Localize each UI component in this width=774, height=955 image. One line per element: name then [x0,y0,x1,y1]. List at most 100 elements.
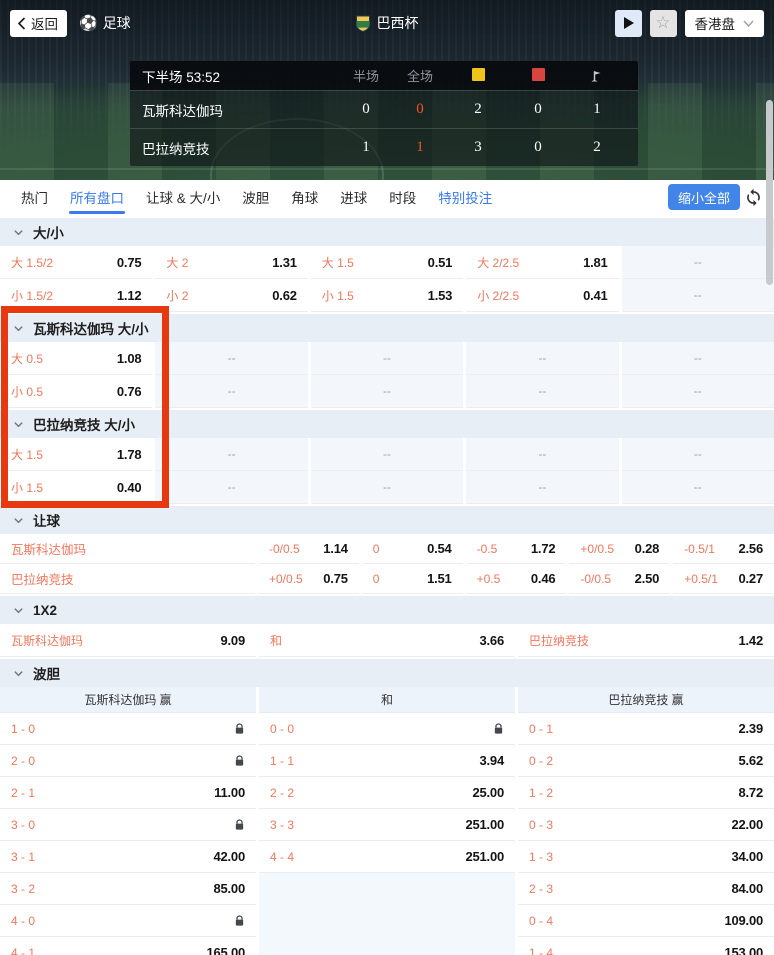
odds-label: 小 2/2.5 [477,287,519,304]
odds-cell[interactable]: +0.50.46 [466,564,567,594]
odds-label: 1 - 3 [529,850,553,864]
odds-row: 小 0.50.76-------- [0,375,774,408]
match-period: 下半场 53:52 [142,66,340,86]
tab-hot[interactable]: 热门 [10,180,59,214]
odds-cell[interactable]: 4 - 4251.00 [259,841,515,873]
odds-cell[interactable]: 瓦斯科达伽玛9.09 [0,624,256,657]
section-header-1x2[interactable]: 1X2 [0,596,774,624]
collapse-all-button[interactable]: 缩小全部 [668,184,740,210]
odds-label: 1 - 4 [529,946,553,955]
tab-period[interactable]: 时段 [378,180,427,214]
odds-cell[interactable]: 3 - 3251.00 [259,809,515,841]
odds-cell[interactable]: 1 - 28.72 [518,777,774,809]
odds-cell[interactable]: 2 - 225.00 [259,777,515,809]
odds-cell[interactable]: +0/0.50.28 [569,534,670,564]
yellow-card-icon [472,68,485,81]
odds-cell[interactable]: 小 20.62 [155,279,307,312]
odds-cell[interactable]: 大 1.5/20.75 [0,246,152,279]
odds-cell[interactable]: 1 - 13.94 [259,745,515,777]
odds-cell[interactable]: 大 21.31 [155,246,307,279]
chevron-down-icon [13,419,24,430]
odds-cell[interactable]: 大 1.50.51 [311,246,463,279]
home-team-name: 瓦斯科达伽玛 [142,100,340,120]
odds-cell[interactable]: -0.5/12.56 [673,534,774,564]
odds-value: 0.76 [117,384,142,399]
back-button[interactable]: 返回 [10,10,67,37]
odds-cell[interactable]: 0 - 4109.00 [518,905,774,937]
odds-label: 小 1.5 [11,479,43,496]
section-header-ou-away[interactable]: 巴拉纳竞技 大/小 [0,410,774,438]
odds-value: 0.75 [323,571,348,586]
odds-cell[interactable]: 大 2/2.51.81 [466,246,618,279]
odds-value: 9.09 [220,633,245,648]
odds-type-dropdown[interactable]: 香港盘 [685,10,765,37]
tab-special-bets[interactable]: 特别投注 [427,180,503,214]
odds-label: 大 1.5 [11,446,43,463]
odds-row: 大 1.51.78-------- [0,438,774,471]
sport-selector[interactable]: ⚽ 足球 [79,13,131,33]
odds-cell[interactable]: 大 1.51.78 [0,438,152,471]
column-header: 巴拉纳竞技 赢 [518,687,774,713]
odds-value: 109.00 [724,913,763,928]
odds-cell[interactable]: 1 - 3 34.00 [518,841,774,873]
odds-cell[interactable]: -0/0.51.14 [258,534,359,564]
refresh-button[interactable] [740,184,766,210]
favorite-button[interactable]: ☆ [650,10,677,37]
odds-cell[interactable]: 大 0.51.08 [0,342,152,375]
odds-cell[interactable]: 00.54 [362,534,463,564]
odds-cell[interactable]: 小 1.51.53 [311,279,463,312]
odds-label: +0/0.5 [580,542,614,556]
odds-cell[interactable]: 2 - 111.00 [0,777,256,809]
odds-cell[interactable]: 1 - 4153.00 [518,937,774,955]
odds-label: -0.5/1 [684,542,715,556]
section-title: 瓦斯科达伽玛 大/小 [33,318,149,338]
back-chevron-icon [17,17,26,30]
odds-cell[interactable]: +0/0.50.75 [258,564,359,594]
section-header-ou-main[interactable]: 大/小 [0,218,774,246]
odds-cell[interactable]: 小 0.5 0.76 [0,375,152,408]
odds-cell[interactable]: +0.5/10.27 [673,564,774,594]
tab-goals[interactable]: 进球 [329,180,378,214]
section-header-correct-score[interactable]: 波胆 [0,659,774,687]
odds-cell[interactable]: -0/0.52.50 [569,564,670,594]
odds-cell[interactable]: 3 - 285.00 [0,873,256,905]
section-header-handicap[interactable]: 让球 [0,506,774,534]
odds-value: 34.00 [731,849,763,864]
odds-label: 小 0.5 [11,383,43,400]
odds-sections: 大/小大 1.5/20.75大 21.31大 1.50.51大 2/2.51.8… [0,214,774,955]
odds-value: 0.41 [583,288,608,303]
tab-all-markets[interactable]: 所有盘口 [59,180,135,214]
odds-cell[interactable]: 01.51 [362,564,463,594]
odds-cell[interactable]: -0.51.72 [466,534,567,564]
odds-row: 大 1.5/20.75大 21.31大 1.50.51大 2/2.51.81-- [0,246,774,279]
odds-cell[interactable]: 0 - 25.62 [518,745,774,777]
chevron-down-icon [13,323,24,334]
odds-cell-empty: -- [622,342,774,375]
odds-cell[interactable]: 0 - 322.00 [518,809,774,841]
odds-row: 1 - 00 - 00 - 12.39 [0,713,774,745]
odds-label: 2 - 0 [11,754,35,768]
home-full-score: 0 [392,101,448,118]
odds-label: 小 1.5/2 [11,287,53,304]
odds-row: 瓦斯科达伽玛-0/0.51.1400.54-0.51.72+0/0.50.28-… [0,534,774,564]
odds-cell[interactable]: 4 - 1165.00 [0,937,256,955]
odds-value: 1.72 [531,541,556,556]
tab-corners[interactable]: 角球 [280,180,329,214]
odds-cell[interactable]: 小 2/2.5 0.41 [466,279,618,312]
odds-cell[interactable]: 0 - 12.39 [518,713,774,745]
odds-cell[interactable]: 2 - 384.00 [518,873,774,905]
odds-cell[interactable]: 3 - 142.00 [0,841,256,873]
tab-correct-score[interactable]: 波胆 [231,180,280,214]
odds-cell[interactable]: 小 1.5/21.12 [0,279,152,312]
odds-cell[interactable]: 巴拉纳竞技1.42 [518,624,774,657]
scoreboard-row-home: 瓦斯科达伽玛 0 0 2 0 1 [130,90,638,128]
half-column-label: 半场 [340,66,392,85]
odds-cell-empty: -- [155,342,307,375]
odds-cell[interactable]: 小 1.50.40 [0,471,152,504]
odds-value: 8.72 [738,785,763,800]
section-header-ou-home[interactable]: 瓦斯科达伽玛 大/小 [0,314,774,342]
odds-cell[interactable]: 和3.66 [259,624,515,657]
live-video-button[interactable] [615,10,642,37]
tab-handicap-ou[interactable]: 让球 & 大/小 [135,180,231,214]
scrollbar-thumb[interactable] [766,100,773,285]
